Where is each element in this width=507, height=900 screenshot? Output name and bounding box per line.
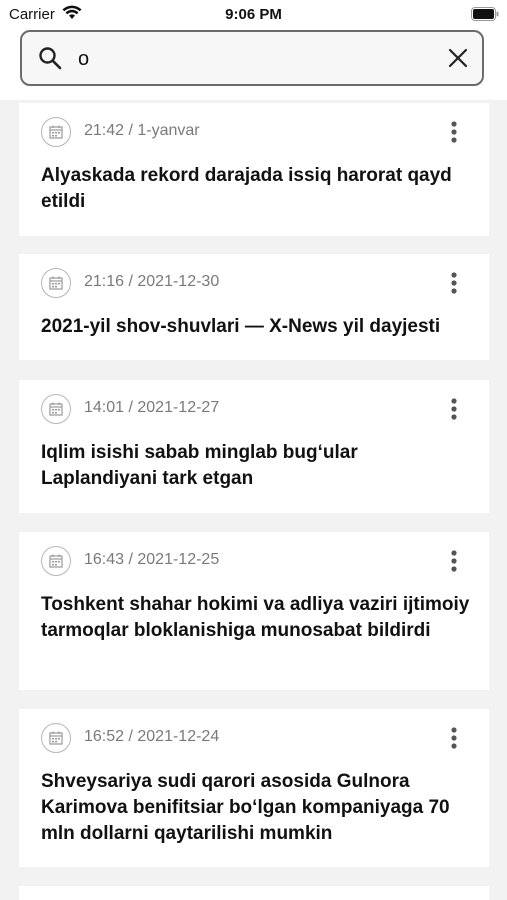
news-date: 14:01 / 2021-12-27 <box>84 399 220 416</box>
more-options-icon[interactable] <box>451 398 457 425</box>
more-options-icon[interactable] <box>451 272 457 299</box>
more-options-icon[interactable] <box>451 550 457 577</box>
news-date: 21:16 / 2021-12-30 <box>84 273 220 290</box>
calendar-icon <box>41 723 71 753</box>
news-title[interactable]: Shveysariya sudi qarori asosida Gulnora … <box>41 769 471 847</box>
news-card[interactable]: 21:42 / 1-yanvar Alyaskada rekord daraja… <box>19 103 489 236</box>
calendar-icon <box>41 394 71 424</box>
news-date: 16:52 / 2021-12-24 <box>84 728 220 745</box>
news-card[interactable]: 16:52 / 2021-12-24 Shveysariya sudi qaro… <box>19 709 489 867</box>
news-title[interactable]: Alyaskada rekord darajada issiq harorat … <box>41 163 471 215</box>
search-icon <box>38 46 62 75</box>
more-options-icon[interactable] <box>451 727 457 754</box>
news-date: 21:42 / 1-yanvar <box>84 122 200 139</box>
news-title[interactable]: Iqlim isishi sabab minglab bug‘ular Lapl… <box>41 440 471 492</box>
search-box[interactable] <box>20 30 484 86</box>
news-title[interactable]: Toshkent shahar hokimi va adliya vaziri … <box>41 592 471 644</box>
more-options-icon[interactable] <box>451 121 457 148</box>
calendar-icon <box>41 546 71 576</box>
news-card[interactable] <box>19 886 489 900</box>
news-card[interactable]: 14:01 / 2021-12-27 Iqlim isishi sabab mi… <box>19 380 489 513</box>
news-title[interactable]: 2021-yil shov-shuvlari — X-News yil dayj… <box>41 314 471 340</box>
calendar-icon <box>41 268 71 298</box>
search-input[interactable] <box>78 42 438 76</box>
clear-icon[interactable] <box>448 48 468 73</box>
calendar-icon <box>41 117 71 147</box>
news-card[interactable]: 16:43 / 2021-12-25 Toshkent shahar hokim… <box>19 532 489 690</box>
news-card[interactable]: 21:16 / 2021-12-30 2021-yil shov-shuvlar… <box>19 254 489 360</box>
news-date: 16:43 / 2021-12-25 <box>84 551 220 568</box>
clock: 9:06 PM <box>225 6 282 23</box>
battery-icon <box>471 7 499 26</box>
search-bar <box>0 28 507 100</box>
status-bar: Carrier 9:06 PM <box>0 0 507 28</box>
